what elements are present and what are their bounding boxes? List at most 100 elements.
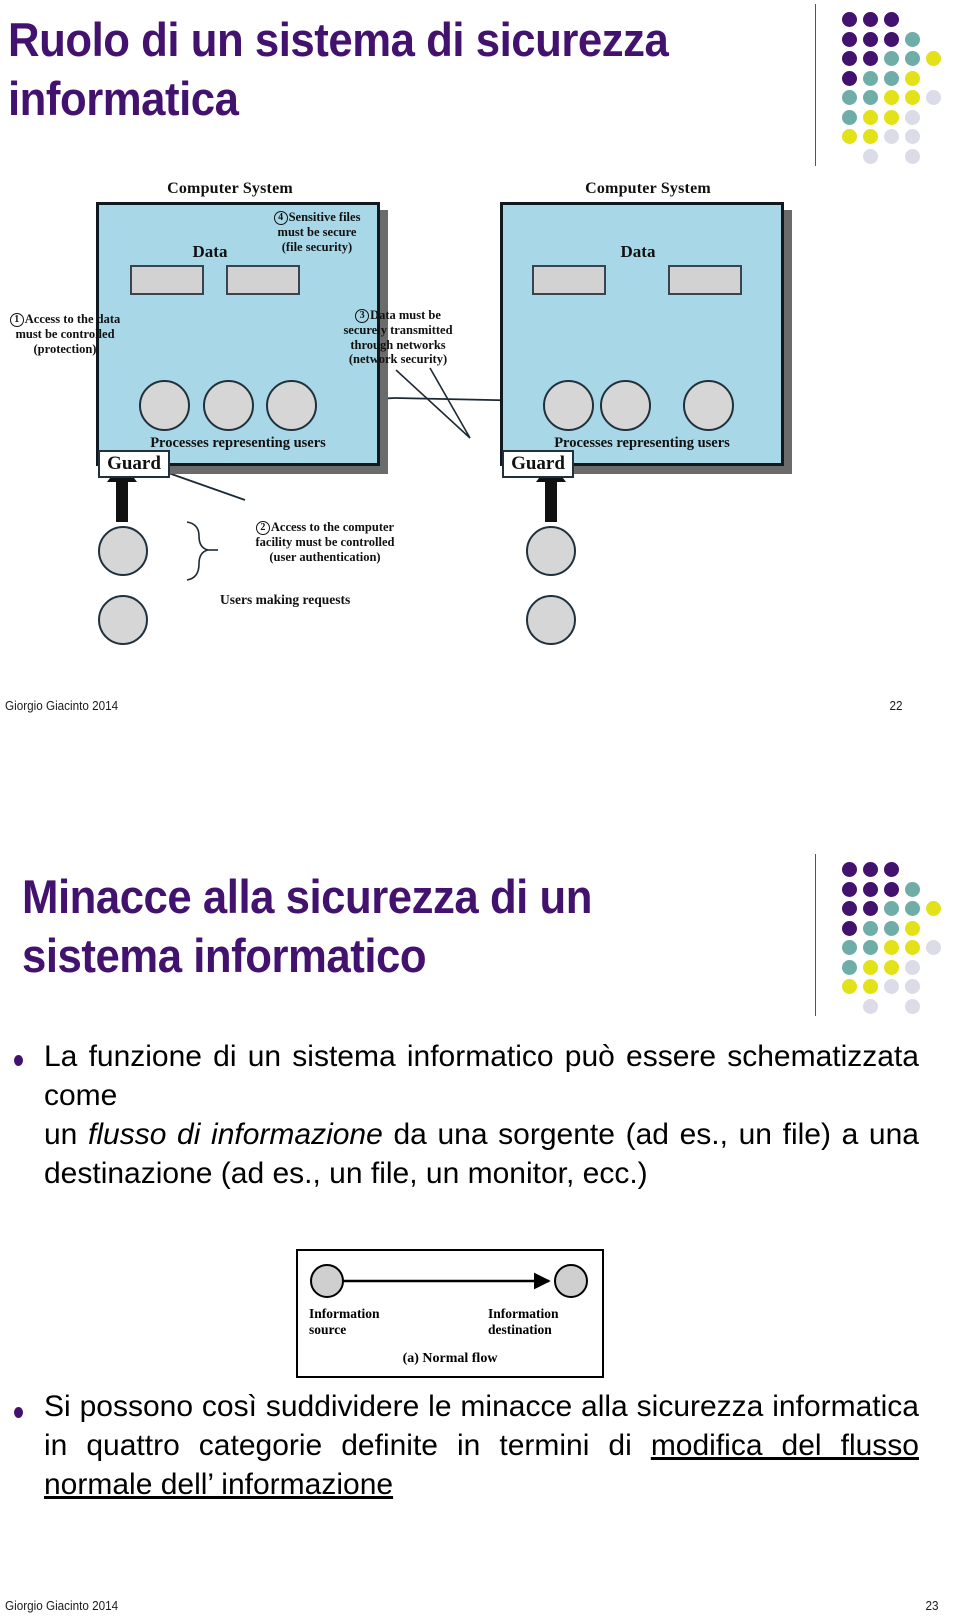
logo-dot — [842, 70, 857, 86]
right-processes-label: Processes representing users — [554, 435, 730, 451]
page-title: Minacce alla sicurezza di un sistema inf… — [22, 870, 593, 983]
logo-dot — [884, 862, 899, 877]
normal-flow-caption: (a) Normal flow — [402, 1351, 498, 1366]
logo-dot — [863, 979, 878, 994]
information-destination-node — [554, 1264, 588, 1298]
annotation-3-line-3: through networks — [350, 337, 446, 352]
logo-divider-rule — [815, 854, 816, 1016]
footer-author: Giorgio Giacinto 2014 — [5, 698, 119, 713]
right-system-title: Computer System — [585, 180, 711, 197]
bullet-2: Si possono così suddividere le minacce a… — [44, 1387, 919, 1504]
logo-dot — [863, 881, 878, 897]
annotation-1-number: 1 — [9, 313, 24, 327]
logo-dot — [905, 31, 920, 47]
logo-dot — [863, 940, 878, 955]
information-source-label-line-2: source — [309, 1321, 347, 1337]
logo-dot — [863, 901, 878, 916]
logo-dot — [926, 51, 941, 66]
logo-dot — [863, 51, 878, 66]
annotation-1-line-3: (protection) — [33, 341, 97, 356]
normal-flow-diagram: Information source Information destinati… — [296, 1249, 604, 1378]
logo-dot — [905, 70, 920, 86]
annotation-4-number: 4 — [273, 211, 288, 225]
logo-dot — [863, 998, 878, 1014]
bullet-1-line2-italic: flusso di informazione — [88, 1118, 383, 1151]
logo-dot — [863, 70, 878, 86]
logo-divider-rule — [815, 4, 816, 166]
annotation-2-line-1: Access to the computer — [270, 520, 395, 534]
logo-dot — [884, 920, 899, 936]
logo-dot — [842, 881, 857, 897]
logo-dot — [905, 998, 920, 1014]
computer-security-roles-diagram: Computer System Data Processes represent… — [0, 170, 800, 670]
right-data-rect-2 — [668, 265, 742, 295]
right-user-circle-2 — [526, 595, 576, 645]
logo-dot — [863, 148, 878, 164]
logo-dot — [842, 862, 857, 877]
left-data-label: Data — [192, 242, 228, 261]
dot-matrix-logo — [815, 854, 941, 1024]
bullet-1-line-1: La funzione di un sistema informatico pu… — [44, 1040, 919, 1112]
logo-dot — [842, 920, 857, 936]
right-guard-box: Guard — [502, 450, 574, 478]
annotation-4-line-2: must be secure — [277, 225, 357, 239]
logo-dot — [842, 51, 857, 66]
annotation-3: 3 Data must be securely transmitted throu… — [305, 308, 491, 367]
logo-dot — [863, 959, 878, 975]
annotation-3-number: 3 — [355, 309, 370, 323]
left-process-circle-3 — [266, 380, 317, 431]
logo-dot — [926, 940, 941, 955]
logo-dot — [884, 881, 899, 897]
logo-dot — [863, 31, 878, 47]
information-destination-label-line-1: Information — [488, 1306, 559, 1321]
logo-dot — [884, 70, 899, 86]
bullet-marker-2 — [14, 1407, 23, 1418]
right-process-circle-1 — [543, 380, 594, 431]
page-title: Ruolo di un sistema di sicurezza informa… — [8, 13, 669, 126]
annotation-2-line-2: facility must be controlled — [255, 535, 395, 549]
logo-dot — [842, 979, 857, 994]
logo-dot — [905, 920, 920, 936]
right-process-circle-3 — [683, 380, 734, 431]
logo-dot — [884, 31, 899, 47]
bullet-1-line-2: un flusso di informazione da una sorgent… — [44, 1115, 919, 1193]
logo-dot — [926, 901, 941, 916]
logo-dot — [842, 90, 857, 105]
logo-dot — [842, 940, 857, 955]
right-process-circle-2 — [600, 380, 651, 431]
logo-dot — [842, 901, 857, 916]
logo-dot — [884, 901, 899, 916]
right-data-label: Data — [620, 242, 656, 261]
information-destination-label-line-2: destination — [488, 1321, 552, 1337]
slide-minacce-sicurezza: Minacce alla sicurezza di un sistema inf… — [0, 812, 960, 1624]
left-data-rect-2 — [226, 265, 300, 295]
logo-dot — [863, 862, 878, 877]
logo-dot — [905, 129, 920, 144]
logo-dot — [842, 109, 857, 125]
bullet-marker-1 — [14, 1055, 23, 1066]
logo-dot — [884, 940, 899, 955]
annotation-1-line-1: Access to the data — [24, 312, 121, 326]
footer-author: Giorgio Giacinto 2014 — [5, 1598, 119, 1613]
logo-dot — [905, 51, 920, 66]
dot-matrix-logo — [815, 4, 941, 174]
left-processes-label: Processes representing users — [150, 435, 326, 451]
annotation-4-line-1: Sensitive files — [288, 210, 361, 224]
annotation-4: 4 Sensitive files must be secure (file se… — [258, 210, 376, 254]
right-data-rect-1 — [532, 265, 606, 295]
annotation-4-line-3: (file security) — [281, 239, 353, 254]
annotation-3-line-1: Data must be — [370, 308, 441, 322]
footer-page-number: 22 — [888, 698, 902, 713]
logo-dot — [905, 901, 920, 916]
logo-dot — [863, 90, 878, 105]
logo-dot — [884, 959, 899, 975]
logo-dot — [905, 979, 920, 994]
information-source-label-line-1: Information — [309, 1306, 380, 1321]
annotation-1-line-2: must be controlled — [15, 327, 115, 341]
annotation-3-line-2: securely transmitted — [343, 323, 453, 337]
logo-dot — [926, 90, 941, 105]
logo-dot — [884, 979, 899, 994]
bullet-1-line2-prefix: un — [44, 1118, 89, 1151]
annotation-2: 2 Access to the computer facility must be… — [230, 520, 420, 564]
users-making-requests-label: Users making requests — [220, 592, 351, 607]
